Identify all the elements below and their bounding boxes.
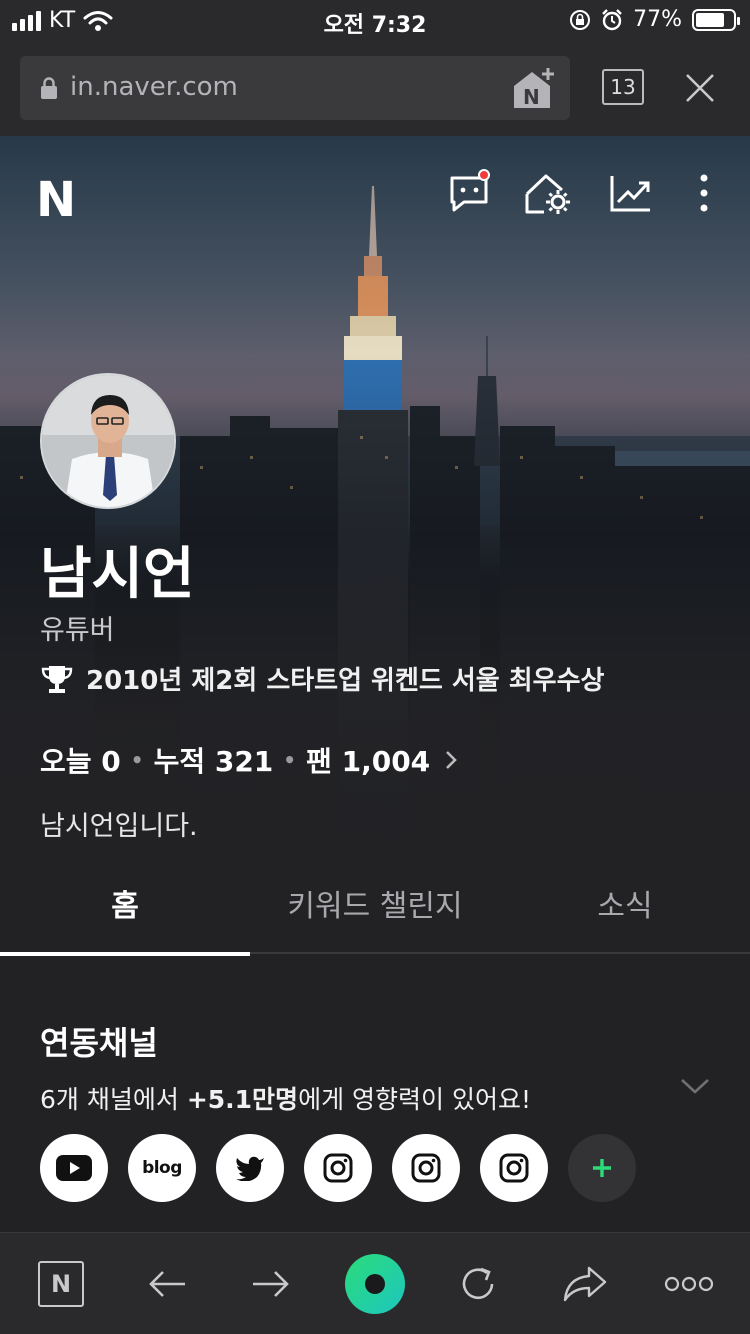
profile-intro: 남시언입니다. bbox=[40, 811, 198, 842]
green-dot-icon bbox=[345, 1254, 405, 1314]
summary-suffix: 에게 영향력이 있어요! bbox=[298, 1085, 531, 1114]
instagram-icon bbox=[411, 1153, 441, 1183]
stat-today: 오늘 0 bbox=[40, 745, 121, 778]
profile-role: 유튜버 bbox=[40, 615, 115, 646]
url-text: in.naver.com bbox=[70, 72, 238, 102]
instagram-icon bbox=[499, 1153, 529, 1183]
notification-dot bbox=[478, 169, 490, 181]
linked-channels-summary: 6개 채널에서 +5.1만명에게 영향력이 있어요! bbox=[40, 1080, 531, 1116]
award-line: 2010년 제2회 스타트업 위켄드 서울 최우수상 bbox=[40, 660, 604, 697]
channel-instagram-3[interactable] bbox=[480, 1134, 548, 1202]
youtube-icon bbox=[56, 1155, 92, 1181]
profile-name: 남시언 bbox=[40, 542, 195, 607]
arrow-left-icon bbox=[149, 1271, 185, 1297]
chevron-right-icon bbox=[446, 751, 457, 769]
share-arrow-icon bbox=[563, 1266, 607, 1302]
avatar-photo bbox=[42, 375, 174, 507]
twitter-icon bbox=[236, 1156, 264, 1181]
battery-fill bbox=[696, 12, 724, 27]
tab-bar: 홈 키워드 챌린지 소식 bbox=[0, 860, 750, 956]
blog-icon: blog bbox=[142, 1158, 182, 1178]
refresh-icon bbox=[462, 1267, 494, 1300]
channel-instagram-1[interactable] bbox=[304, 1134, 372, 1202]
battery-icon bbox=[692, 8, 740, 31]
arrow-right-icon bbox=[253, 1271, 289, 1297]
tab-keyword-challenge[interactable]: 키워드 챌린지 bbox=[250, 860, 500, 954]
lock-icon bbox=[41, 77, 57, 99]
channel-instagram-2[interactable] bbox=[392, 1134, 460, 1202]
plus-icon bbox=[593, 1159, 611, 1177]
linked-channels-title: 연동채널 bbox=[40, 1024, 158, 1062]
channel-blog[interactable]: blog bbox=[128, 1134, 196, 1202]
profile-header: N 남시언 유튜버 2010년 제2회 스타트업 위켄드 서울 최우수상 오늘 … bbox=[0, 136, 750, 860]
battery-percent: 77% bbox=[633, 7, 682, 32]
status-bar: KT 오전 7:32 77% bbox=[0, 0, 750, 40]
alarm-icon bbox=[602, 8, 622, 30]
summary-prefix: 6개 채널에서 bbox=[40, 1085, 187, 1114]
add-to-home-icon[interactable]: N bbox=[512, 66, 556, 110]
svg-text:N: N bbox=[523, 85, 540, 109]
stat-total: 누적 321 bbox=[153, 745, 274, 778]
share-button[interactable] bbox=[540, 1233, 630, 1334]
channel-twitter[interactable] bbox=[216, 1134, 284, 1202]
chevron-down-icon[interactable] bbox=[680, 1076, 710, 1096]
status-right: 77% bbox=[569, 7, 740, 32]
close-icon[interactable] bbox=[684, 72, 716, 104]
browser-toolbar: N bbox=[0, 1232, 750, 1334]
refresh-button[interactable] bbox=[434, 1233, 524, 1334]
home-settings-icon[interactable] bbox=[524, 172, 574, 216]
more-horizontal-icon bbox=[664, 1276, 714, 1292]
separator-dot: • bbox=[283, 748, 297, 772]
award-text: 2010년 제2회 스타트업 위켄드 서울 최우수상 bbox=[86, 666, 605, 696]
tab-home[interactable]: 홈 bbox=[0, 860, 250, 956]
more-button[interactable] bbox=[644, 1233, 734, 1334]
separator-dot: • bbox=[130, 748, 144, 772]
channel-list: blog bbox=[40, 1134, 636, 1202]
trophy-icon bbox=[41, 665, 73, 693]
stats-chart-icon[interactable] bbox=[609, 172, 653, 216]
add-channel-button[interactable] bbox=[568, 1134, 636, 1202]
naver-home-button[interactable]: N bbox=[16, 1233, 106, 1334]
visitor-stats[interactable]: 오늘 0 • 누적 321 • 팬 1,004 bbox=[40, 740, 458, 780]
rotation-lock-icon bbox=[570, 9, 591, 30]
tab-news[interactable]: 소식 bbox=[500, 860, 750, 954]
more-vertical-icon[interactable] bbox=[692, 172, 716, 216]
address-bar[interactable]: in.naver.com N bbox=[20, 56, 570, 120]
avatar[interactable] bbox=[40, 373, 176, 509]
browser-bar: in.naver.com N 13 bbox=[0, 40, 750, 136]
back-button[interactable] bbox=[122, 1233, 212, 1334]
instagram-icon bbox=[323, 1153, 353, 1183]
tab-switcher-button[interactable]: 13 bbox=[602, 69, 644, 105]
naver-logo[interactable]: N bbox=[36, 172, 76, 228]
naver-n-icon: N bbox=[38, 1261, 84, 1307]
stat-fans: 팬 1,004 bbox=[306, 745, 431, 778]
green-dot-button[interactable] bbox=[330, 1233, 420, 1334]
forward-button[interactable] bbox=[226, 1233, 316, 1334]
summary-highlight: +5.1만명 bbox=[186, 1085, 299, 1114]
channel-youtube[interactable] bbox=[40, 1134, 108, 1202]
